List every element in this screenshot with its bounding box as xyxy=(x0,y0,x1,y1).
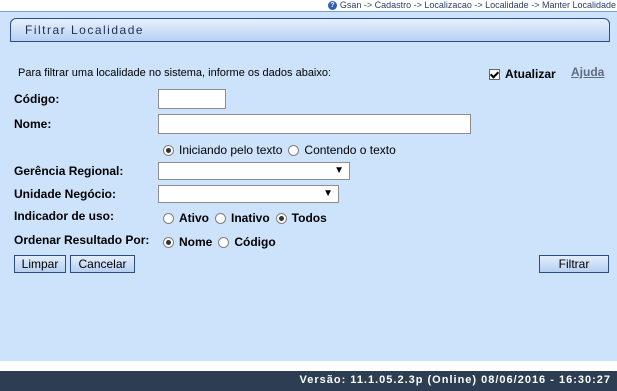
iniciando-label: Iniciando pelo texto xyxy=(179,143,283,157)
unidade-label: Unidade Negócio: xyxy=(14,187,117,201)
todos-radio[interactable] xyxy=(275,212,287,224)
version-footer: Versão: 11.1.05.2.3p (Online) 08/06/2016… xyxy=(0,371,617,391)
ordenar-nome-radio[interactable] xyxy=(163,236,174,248)
codigo-input[interactable] xyxy=(158,89,226,109)
ordenar-options: Nome Código xyxy=(163,235,282,249)
inativo-radio[interactable] xyxy=(215,212,226,224)
page-title: Filtrar Localidade xyxy=(25,23,145,37)
gerencia-select[interactable]: ▼ xyxy=(158,162,350,180)
ordenar-codigo-label: Código xyxy=(234,235,276,249)
atualizar-checkbox[interactable] xyxy=(489,68,500,80)
contendo-radio[interactable] xyxy=(288,144,300,156)
panel-title-bar: Filtrar Localidade xyxy=(10,18,610,42)
breadcrumb-text: Gsan -> Cadastro -> Localizacao -> Local… xyxy=(339,0,616,10)
indicador-label: Indicador de uso: xyxy=(14,209,115,223)
nome-input[interactable] xyxy=(158,114,471,134)
limpar-button[interactable]: Limpar xyxy=(14,255,66,273)
breadcrumb: ? Gsan -> Cadastro -> Localizacao -> Loc… xyxy=(327,0,616,10)
todos-label: Todos xyxy=(291,211,327,225)
nome-match-options: Iniciando pelo texto Contendo o texto xyxy=(163,143,402,157)
nome-label: Nome: xyxy=(14,117,52,131)
unidade-select[interactable]: ▼ xyxy=(158,185,339,203)
intro-text: Para filtrar uma localidade no sistema, … xyxy=(18,67,332,79)
filtrar-button[interactable]: Filtrar xyxy=(539,255,609,273)
indicador-options: Ativo Inativo Todos xyxy=(163,211,333,225)
inativo-label: Inativo xyxy=(231,211,270,225)
ativo-radio[interactable] xyxy=(163,212,174,224)
codigo-label: Código: xyxy=(14,92,60,106)
ativo-label: Ativo xyxy=(179,211,209,225)
iniciando-radio[interactable] xyxy=(163,144,174,156)
version-text: Versão: 11.1.05.2.3p (Online) 08/06/2016… xyxy=(299,374,611,386)
dropdown-arrow-icon: ▼ xyxy=(334,165,344,176)
ordenar-codigo-radio[interactable] xyxy=(218,236,230,248)
gerencia-label: Gerência Regional: xyxy=(14,164,124,178)
ajuda-link[interactable]: Ajuda xyxy=(571,65,604,79)
atualizar-control[interactable]: Atualizar xyxy=(489,67,556,81)
dropdown-arrow-icon: ▼ xyxy=(323,188,333,199)
help-globe-icon[interactable]: ? xyxy=(327,0,337,10)
cancelar-button[interactable]: Cancelar xyxy=(70,255,135,273)
ordenar-label: Ordenar Resultado Por: xyxy=(14,233,150,247)
filter-panel: Filtrar Localidade Para filtrar uma loca… xyxy=(0,11,617,361)
atualizar-label: Atualizar xyxy=(505,67,556,81)
ordenar-nome-label: Nome xyxy=(179,235,213,249)
contendo-label: Contendo o texto xyxy=(304,143,396,157)
